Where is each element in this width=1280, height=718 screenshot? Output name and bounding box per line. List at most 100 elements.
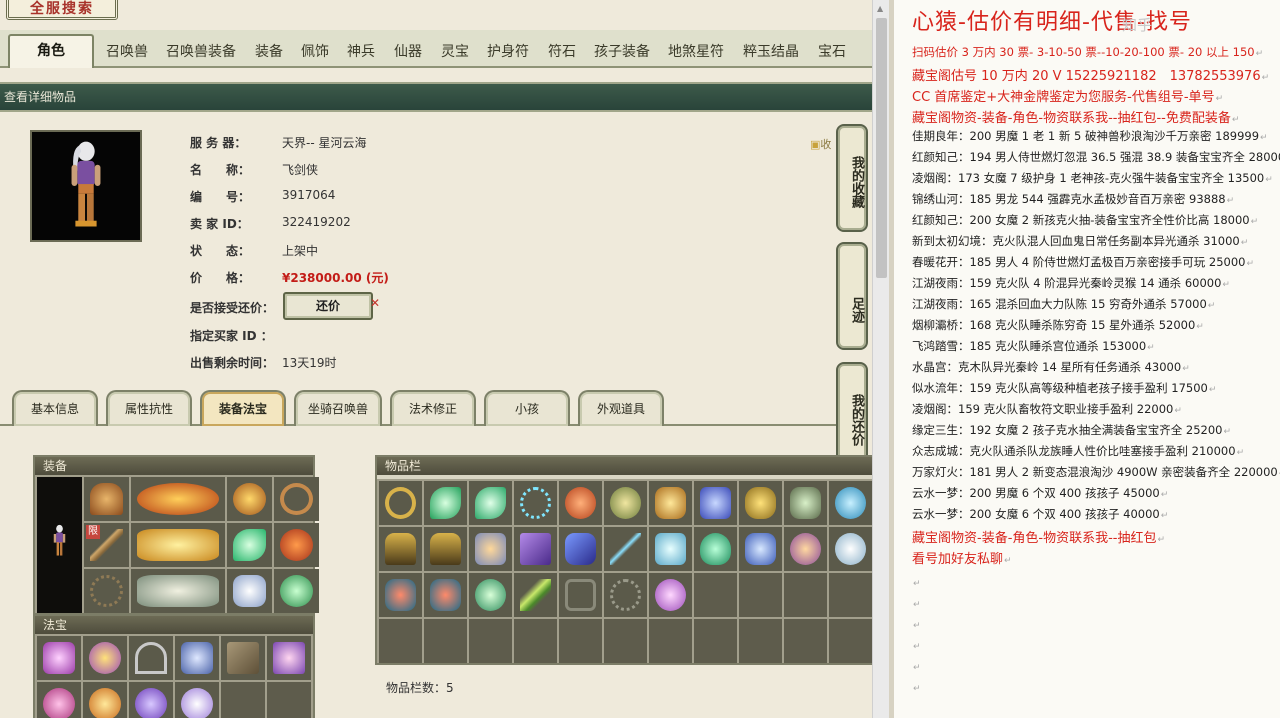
inventory-slot[interactable] [424,527,467,571]
close-icon[interactable]: ✕ [370,296,380,310]
equip-slot[interactable] [84,477,129,521]
inventory-slot[interactable] [739,481,782,525]
equip-slot[interactable] [274,569,319,613]
magic-slot[interactable] [83,682,127,718]
inventory-slot[interactable] [379,527,422,571]
inventory-slot[interactable] [559,527,602,571]
my-favorites-button[interactable]: 我的收藏 [836,124,868,232]
subtab-spell-modifier[interactable]: 法术修正 [390,390,476,426]
tab-role[interactable]: 角色 [8,34,94,68]
equip-slot[interactable] [227,569,272,613]
subtab-equip-magic[interactable]: 装备法宝 [200,390,286,426]
equip-slot[interactable]: 限 [84,523,129,567]
inventory-slot[interactable] [514,619,557,663]
equip-slot[interactable] [131,569,225,613]
inventory-slot[interactable] [694,573,737,617]
inventory-slot[interactable] [469,619,512,663]
magic-slot[interactable] [37,682,81,718]
my-counter-offers-button[interactable]: 我的还价 [836,362,868,470]
magic-slot[interactable] [129,682,173,718]
inventory-slot[interactable] [649,619,692,663]
inventory-slot[interactable] [604,573,647,617]
inventory-slot[interactable] [739,527,782,571]
tab-accessory[interactable]: 佩饰 [301,38,329,66]
inventory-slot[interactable] [829,619,872,663]
tab-amulet[interactable]: 护身符 [487,38,529,66]
favorite-link[interactable]: ▣收 [810,136,836,152]
tab-summon-equip[interactable]: 召唤兽装备 [166,38,236,66]
equip-slot[interactable] [227,523,272,567]
tab-fairy-artifact[interactable]: 仙器 [394,38,422,66]
magic-slot[interactable] [267,636,311,680]
subtab-mount-summon[interactable]: 坐骑召唤兽 [294,390,382,426]
magic-slot[interactable] [221,682,265,718]
equip-slot[interactable] [274,477,319,521]
inventory-slot[interactable] [514,527,557,571]
inventory-slot[interactable] [559,481,602,525]
tab-jade-crystal[interactable]: 粹玉结晶 [743,38,799,66]
inventory-slot[interactable] [739,573,782,617]
subtab-child[interactable]: 小孩 [484,390,570,426]
inventory-slot[interactable] [649,527,692,571]
tab-divine-weapon[interactable]: 神兵 [347,38,375,66]
tab-summon[interactable]: 召唤兽 [106,38,148,66]
inventory-slot[interactable] [739,619,782,663]
magic-slot[interactable] [267,682,311,718]
tab-star-talisman[interactable]: 地煞星符 [668,38,724,66]
tab-spirit-treasure[interactable]: 灵宝 [441,38,469,66]
inventory-slot[interactable] [829,481,872,525]
inventory-slot[interactable] [829,573,872,617]
subtab-appearance[interactable]: 外观道具 [578,390,664,426]
equip-slot[interactable] [227,477,272,521]
inventory-slot[interactable] [829,527,872,571]
magic-slot[interactable] [175,636,219,680]
equip-slot[interactable] [274,523,319,567]
magic-slot[interactable] [221,636,265,680]
inventory-slot[interactable] [514,481,557,525]
inventory-slot[interactable] [424,481,467,525]
inventory-slot[interactable] [649,573,692,617]
equip-slot[interactable] [131,523,225,567]
inventory-slot[interactable] [424,573,467,617]
search-logo[interactable]: 全服搜索 [6,0,118,20]
magic-slot[interactable] [83,636,127,680]
vertical-scrollbar[interactable]: ▲ [872,0,889,718]
paragraph-mark-icon: ↵ [913,663,921,673]
inventory-slot[interactable] [379,619,422,663]
inventory-slot[interactable] [559,619,602,663]
inventory-slot[interactable] [469,481,512,525]
inventory-slot[interactable] [694,527,737,571]
equip-slot[interactable] [131,477,225,521]
inventory-slot[interactable] [694,481,737,525]
inventory-slot[interactable] [514,573,557,617]
scroll-up-icon[interactable]: ▲ [877,4,883,13]
inventory-slot[interactable] [469,527,512,571]
inventory-slot[interactable] [694,619,737,663]
counter-offer-button[interactable]: 还价 [283,292,373,320]
inventory-slot[interactable] [604,619,647,663]
inventory-slot[interactable] [649,481,692,525]
tab-rune-stone[interactable]: 符石 [548,38,576,66]
magic-slot[interactable] [129,636,173,680]
inventory-slot[interactable] [784,527,827,571]
inventory-slot[interactable] [604,527,647,571]
tab-gem[interactable]: 宝石 [818,38,846,66]
inventory-slot[interactable] [784,573,827,617]
tab-equipment[interactable]: 装备 [255,38,283,66]
inventory-slot[interactable] [784,619,827,663]
scrollbar-thumb[interactable] [876,18,887,278]
inventory-slot[interactable] [604,481,647,525]
inventory-slot[interactable] [379,573,422,617]
magic-slot[interactable] [37,636,81,680]
inventory-slot[interactable] [559,573,602,617]
tab-child-equip[interactable]: 孩子装备 [594,38,650,66]
subtab-basic-info[interactable]: 基本信息 [12,390,98,426]
inventory-slot[interactable] [784,481,827,525]
inventory-slot[interactable] [469,573,512,617]
footprint-button[interactable]: 足迹 [836,242,868,350]
inventory-slot[interactable] [379,481,422,525]
subtab-attributes[interactable]: 属性抗性 [106,390,192,426]
equip-slot[interactable] [84,569,129,613]
inventory-slot[interactable] [424,619,467,663]
magic-slot[interactable] [175,682,219,718]
